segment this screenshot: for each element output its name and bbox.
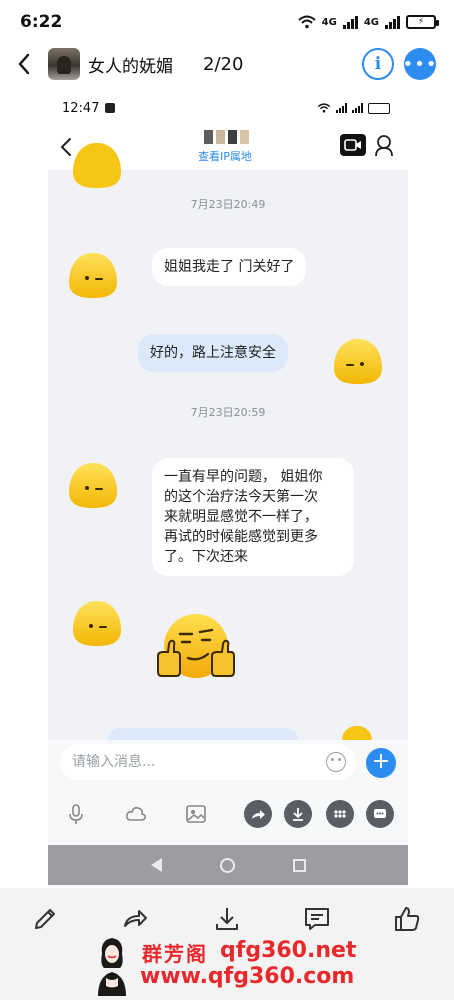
comment-button[interactable] — [366, 800, 394, 828]
video-call-button[interactable] — [340, 134, 366, 156]
screen: 6:22 4G 4G ⚡ 女人的妩媚 2/20 i ••• 12:47 查看IP… — [0, 0, 454, 1000]
view-ip-location-link[interactable]: 查看IP属地 — [198, 148, 252, 164]
network-label-2: 4G — [363, 16, 379, 28]
cloud-button[interactable] — [122, 800, 150, 828]
emoji-icon[interactable] — [326, 752, 346, 772]
watermark-brand: 群芳阁 — [142, 942, 208, 966]
voice-button[interactable] — [62, 800, 90, 828]
avatar-blob — [70, 140, 124, 190]
thumbs-up-smirk-icon — [157, 614, 235, 678]
like-button[interactable] — [392, 904, 424, 936]
more-icon: ••• — [402, 53, 438, 75]
message-bubble-incoming[interactable]: 姐姐我走了 门关好了 — [152, 248, 307, 286]
battery-icon — [368, 102, 390, 114]
notification-icon — [105, 103, 116, 113]
signal-icon — [352, 103, 363, 113]
avatar-blob[interactable] — [70, 598, 124, 648]
message-input[interactable] — [72, 754, 312, 770]
profile-icon[interactable] — [374, 134, 394, 158]
message-input-container[interactable] — [60, 744, 356, 780]
nav-recents-icon[interactable] — [292, 858, 306, 872]
thumbs-up-smirk-emoji[interactable] — [154, 610, 238, 682]
message-bubble-outgoing[interactable]: 好的，路上注意安全 — [138, 334, 288, 372]
timestamp: 7月23日20:59 — [190, 406, 266, 419]
status-icons: 4G 4G ⚡ — [297, 15, 439, 29]
timestamp: 7月23日20:49 — [190, 198, 266, 211]
edit-button[interactable] — [30, 904, 62, 936]
message-line: 来就明显感觉不一样了， — [164, 509, 318, 525]
watermark-url: www.qfg360.com — [140, 964, 355, 989]
status-time: 6:22 — [20, 12, 63, 32]
share-button[interactable] — [244, 800, 272, 828]
group-avatar[interactable] — [48, 48, 80, 80]
back-button[interactable] — [4, 44, 44, 84]
chevron-left-icon — [18, 53, 30, 75]
image-icon — [186, 805, 206, 823]
signal-icon — [336, 103, 347, 113]
comment-icon — [305, 908, 329, 930]
watermark-logo-icon — [98, 938, 126, 996]
watermark-domain: qfg360.net — [220, 938, 357, 963]
forward-button[interactable] — [120, 904, 152, 936]
cloud-icon — [126, 807, 146, 821]
signal-icon — [385, 15, 400, 29]
plus-button[interactable]: + — [366, 748, 396, 778]
chat-screenshot[interactable]: 12:47 查看IP属地 7月23日20:49 姐姐我走了 门关好了 好的，路上… — [48, 92, 408, 887]
microphone-icon — [69, 804, 83, 824]
nav-back-icon[interactable] — [150, 858, 162, 872]
nav-home-icon[interactable] — [219, 857, 235, 873]
download-icon — [216, 908, 238, 930]
apps-button[interactable] — [326, 800, 354, 828]
save-button[interactable] — [212, 904, 244, 936]
image-button[interactable] — [182, 800, 210, 828]
group-name[interactable]: 女人的妩媚 — [88, 52, 173, 77]
info-icon: i — [374, 54, 382, 74]
more-button[interactable]: ••• — [402, 48, 438, 80]
contact-name-pixelated — [204, 130, 249, 144]
composer: + — [48, 740, 408, 887]
composer-toolbar — [48, 800, 408, 830]
message-line: 一直有早的问题， 姐姐你 — [164, 469, 323, 485]
wifi-icon — [297, 15, 316, 29]
message-line: 再试的时候能感觉到更多 — [164, 529, 318, 545]
inner-status-time: 12:47 — [62, 100, 100, 116]
message-line: 的这个治疗法今天第一次 — [164, 489, 318, 505]
wifi-icon — [317, 103, 331, 113]
download-icon — [293, 808, 303, 821]
comment-button[interactable] — [302, 904, 334, 936]
message-list[interactable]: 7月23日20:49 姐姐我走了 门关好了 好的，路上注意安全 7月23日20:… — [48, 143, 408, 742]
pencil-icon — [35, 909, 55, 929]
thumbs-up-icon — [395, 907, 420, 931]
site-watermark: 群芳阁 qfg360.net www.qfg360.com — [92, 934, 392, 998]
network-label-1: 4G — [321, 16, 337, 28]
download-button[interactable] — [284, 800, 312, 828]
video-camera-icon — [344, 139, 361, 151]
avatar-blob[interactable] — [66, 460, 120, 510]
viewer-header: 女人的妩媚 2/20 i ••• — [0, 44, 454, 84]
share-icon — [252, 810, 265, 819]
message-bubble-incoming[interactable]: 一直有早的问题， 姐姐你 的这个治疗法今天第一次 来就明显感觉不一样了， 再试的… — [152, 458, 354, 576]
avatar-blob[interactable] — [331, 336, 385, 386]
signal-icon — [342, 15, 358, 29]
battery-icon: ⚡ — [406, 15, 439, 29]
status-bar: 6:22 4G 4G ⚡ — [0, 0, 454, 44]
system-nav-bar — [48, 845, 408, 885]
avatar-blob-partial — [342, 726, 372, 740]
grid-icon — [334, 810, 346, 818]
forward-icon — [124, 910, 147, 927]
avatar-blob[interactable] — [66, 250, 120, 300]
comment-icon — [374, 809, 386, 818]
message-line: 了。下次还来 — [164, 549, 248, 565]
page-counter: 2/20 — [203, 53, 244, 75]
info-button[interactable]: i — [362, 48, 394, 80]
inner-status-icons — [317, 102, 390, 114]
inner-status-bar: 12:47 — [48, 92, 408, 124]
